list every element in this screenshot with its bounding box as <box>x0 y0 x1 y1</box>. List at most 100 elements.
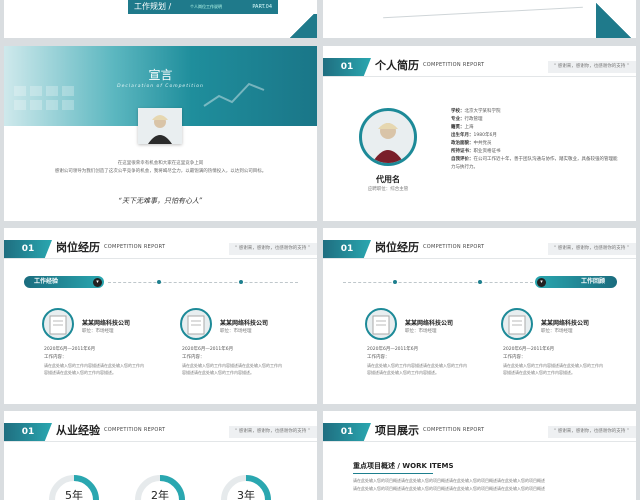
section-subtitle: COMPETITION REPORT <box>104 427 166 433</box>
slide-experience: 01 岗位经历 COMPETITION REPORT “ 感谢来，感谢你，也感谢… <box>4 228 317 404</box>
section-number: 01 <box>4 423 52 441</box>
header-divider <box>323 258 636 259</box>
ring-label: 5年 <box>65 489 83 500</box>
resume-field: 所持证书：职业资格证书 <box>451 149 501 154</box>
company-name: 某某网络科技公司 <box>220 320 269 327</box>
company-role: 职位：市场经理 <box>82 329 114 334</box>
title-banner: 工作规划 / 个人岗位工作说明 PART.04 <box>128 0 278 14</box>
header-divider <box>323 441 636 442</box>
timeline-dot <box>393 280 397 284</box>
title-slide: 工作规划 / 个人岗位工作说明 PART.04 <box>4 0 317 38</box>
company-name: 某某网络科技公司 <box>405 320 454 327</box>
portrait-icon <box>138 108 182 144</box>
title-part: PART.04 <box>252 4 272 10</box>
company-role: 职位：市场经理 <box>220 329 252 334</box>
company-image <box>180 308 212 340</box>
project-text: 请在此处输入您的项目概述请在此处输入您的项目概述请在此处输入您的项目概述请在此处… <box>353 486 545 491</box>
company-date: 2020年6月—2011年6月 <box>503 347 555 352</box>
timeline-line <box>108 282 298 283</box>
project-section-title: 重点项目概述 / WORK ITEMS <box>353 462 454 470</box>
company-image <box>42 308 74 340</box>
slide-experience-review: 01 岗位经历 COMPETITION REPORT “ 感谢来，感谢你，也感谢… <box>323 228 636 404</box>
section-number: 01 <box>323 240 371 258</box>
section-title: 岗位经历 <box>56 241 100 254</box>
person-position: 应聘职位：综合主管 <box>367 187 409 192</box>
company-image <box>365 308 397 340</box>
header-quote: “ 感谢来，感谢你，也感谢你的支持 ” <box>548 61 636 73</box>
tag-work-review: ▾ 工作回顾 <box>535 276 617 288</box>
company-content: 请在此处输入您的工作内容描述请在此处输入您的工作内容描述请在此处输入您的工作内容… <box>182 363 282 375</box>
ring-label: 3年 <box>237 489 255 500</box>
timeline-dot <box>157 280 161 284</box>
document-icon <box>187 315 205 335</box>
section-subtitle: COMPETITION REPORT <box>423 62 485 68</box>
paragraph-line: 感谢公司领导为我们创造了这次公平竞争的机会，我将竭尽全力，以最饱满的热情投入，以… <box>54 169 267 174</box>
company-date: 2020年6月—2011年6月 <box>44 347 96 352</box>
paragraph-line: 在这里很荣幸有机会和大家在这里竞争上岗 <box>117 161 204 166</box>
resume-field: 出生年月：1980年6月 <box>451 133 497 138</box>
company-content: 请在此处输入您的工作内容描述请在此处输入您的工作内容描述请在此处输入您的工作内容… <box>367 363 467 375</box>
company-role: 职位：市场经理 <box>405 329 437 334</box>
resume-field: 自我评价：在公司工作近十年，善于团队沟通与协作，踏实敬业，具备较强的管理能力与执… <box>451 157 618 170</box>
corner-triangle <box>287 14 317 38</box>
chevron-down-icon[interactable]: ▾ <box>537 277 546 287</box>
document-icon <box>372 315 390 335</box>
chevron-down-icon[interactable]: ▾ <box>93 277 102 287</box>
company-image <box>501 308 533 340</box>
section-title: 个人简历 <box>375 59 419 72</box>
company-role: 职位：市场经理 <box>541 329 573 334</box>
tag-work-experience: 工作经验 ▾ <box>24 276 104 288</box>
resume-fields: 学校：北京大学某科学院 专业：行政管理 籍贯：上海 出生年月：1980年6月 政… <box>451 108 621 172</box>
section-title: 项目展示 <box>375 424 419 437</box>
header-quote: “ 感谢来，感谢你，也感谢你的支持 ” <box>548 243 636 255</box>
section-title: 岗位经历 <box>375 241 419 254</box>
header-quote: “ 感谢来，感谢你，也感谢你的支持 ” <box>229 243 317 255</box>
ring-label: 2年 <box>151 489 169 500</box>
slide-declaration: 宣言 Declaration of Competition 在这里很荣幸有机会和… <box>4 46 317 221</box>
section-number: 01 <box>323 423 371 441</box>
slide-work-years: 01 从业经验 COMPETITION REPORT “ 感谢来，感谢你，也感谢… <box>4 411 317 500</box>
person-name: 代用名 <box>376 175 400 184</box>
section-underline <box>353 473 433 474</box>
header-divider <box>323 76 636 77</box>
timeline-dot <box>478 280 482 284</box>
top-right-slide <box>323 0 636 38</box>
project-text: 请在此处输入您的项目概述请在此处输入您的项目概述请在此处输入您的项目概述请在此处… <box>353 478 545 483</box>
company-date: 2020年6月—2011年6月 <box>367 347 419 352</box>
slide-projects: 01 项目展示 COMPETITION REPORT “ 感谢来，感谢你，也感谢… <box>323 411 636 500</box>
resume-field: 学校：北京大学某科学院 <box>451 109 501 114</box>
portrait-icon <box>372 123 404 163</box>
timeline-line <box>343 282 533 283</box>
section-subtitle: COMPETITION REPORT <box>423 427 485 433</box>
decor-line <box>383 6 583 19</box>
content-label: 工作内容： <box>182 355 205 360</box>
timeline-dot <box>239 280 243 284</box>
resume-field: 专业：行政管理 <box>451 117 483 122</box>
document-icon <box>49 315 67 335</box>
section-number: 01 <box>323 58 371 76</box>
company-name: 某某网络科技公司 <box>541 320 590 327</box>
section-subtitle: COMPETITION REPORT <box>423 244 485 250</box>
avatar <box>359 108 417 166</box>
section-subtitle: COMPETITION REPORT <box>104 244 166 250</box>
slide-title: 宣言 <box>148 68 173 82</box>
title-heading: 工作规划 / <box>134 2 172 11</box>
section-number: 01 <box>4 240 52 258</box>
company-name: 某某网络科技公司 <box>82 320 131 327</box>
company-content: 请在此处输入您的工作内容描述请在此处输入您的工作内容描述请在此处输入您的工作内容… <box>503 363 603 375</box>
content-label: 工作内容： <box>44 355 67 360</box>
company-date: 2020年6月—2011年6月 <box>182 347 234 352</box>
resume-field: 籍贯：上海 <box>451 125 474 130</box>
company-content: 请在此处输入您的工作内容描述请在此处输入您的工作内容描述请在此处输入您的工作内容… <box>44 363 144 375</box>
corner-triangle <box>596 0 636 38</box>
slide-resume: 01 个人简历 COMPETITION REPORT “ 感谢来，感谢你，也感谢… <box>323 46 636 221</box>
resume-field: 政治面貌：中共党员 <box>451 141 492 146</box>
document-icon <box>508 315 526 335</box>
section-title: 从业经验 <box>56 424 100 437</box>
portrait-frame <box>138 108 182 144</box>
header-divider <box>4 258 317 259</box>
header-quote: “ 感谢来，感谢你，也感谢你的支持 ” <box>229 426 317 438</box>
declaration-paragraph: 在这里很荣幸有机会和大家在这里竞争上岗 感谢公司领导为我们创造了这次公平竞争的机… <box>24 160 297 176</box>
content-label: 工作内容： <box>367 355 390 360</box>
quote: “天下无难事，只怕有心人” <box>118 197 203 205</box>
